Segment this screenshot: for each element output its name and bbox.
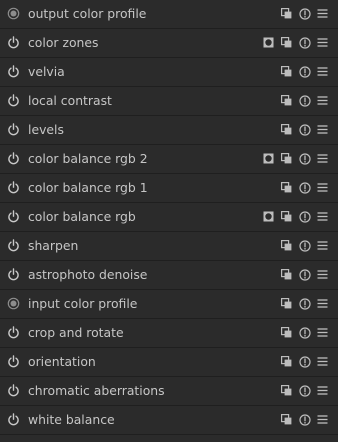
module-row[interactable]: output color profile	[0, 0, 338, 29]
module-row[interactable]: color balance rgb 1	[0, 174, 338, 203]
presets-icon[interactable]	[316, 355, 329, 368]
multi-instance-icon[interactable]	[280, 210, 293, 223]
module-label: color balance rgb 1	[28, 180, 148, 195]
module-row[interactable]: local contrast	[0, 87, 338, 116]
module-row[interactable]: astrophoto denoise	[0, 261, 338, 290]
module-label: white balance	[28, 412, 115, 427]
module-row[interactable]: chromatic aberrations	[0, 377, 338, 406]
presets-icon[interactable]	[316, 413, 329, 426]
reset-icon[interactable]	[298, 326, 311, 339]
reset-icon[interactable]	[298, 268, 311, 281]
multi-instance-icon[interactable]	[280, 326, 293, 339]
multi-instance-icon[interactable]	[280, 413, 293, 426]
multi-instance-icon[interactable]	[280, 152, 293, 165]
always-on-icon[interactable]	[6, 6, 21, 21]
multi-instance-icon[interactable]	[280, 94, 293, 107]
module-row[interactable]: input color profile	[0, 290, 338, 319]
presets-icon[interactable]	[316, 123, 329, 136]
reset-icon[interactable]	[298, 384, 311, 397]
module-row[interactable]: crop and rotate	[0, 319, 338, 348]
multi-instance-icon[interactable]	[280, 384, 293, 397]
presets-icon[interactable]	[316, 65, 329, 78]
module-row[interactable]: color zones	[0, 29, 338, 58]
multi-instance-icon[interactable]	[280, 268, 293, 281]
power-icon[interactable]	[6, 122, 21, 137]
power-icon[interactable]	[6, 209, 21, 224]
presets-icon[interactable]	[316, 239, 329, 252]
module-row[interactable]: color balance rgb 2	[0, 145, 338, 174]
module-row[interactable]: levels	[0, 116, 338, 145]
power-icon[interactable]	[6, 64, 21, 79]
power-icon[interactable]	[6, 412, 21, 427]
reset-icon[interactable]	[298, 65, 311, 78]
presets-icon[interactable]	[316, 152, 329, 165]
module-label: orientation	[28, 354, 96, 369]
module-label: output color profile	[28, 6, 147, 21]
module-row[interactable]: white balance	[0, 406, 338, 435]
module-label: sharpen	[28, 238, 79, 253]
multi-instance-icon[interactable]	[280, 36, 293, 49]
presets-icon[interactable]	[316, 94, 329, 107]
module-row[interactable]: velvia	[0, 58, 338, 87]
power-icon[interactable]	[6, 35, 21, 50]
module-label: color zones	[28, 35, 99, 50]
multi-instance-icon[interactable]	[280, 65, 293, 78]
multi-instance-icon[interactable]	[280, 355, 293, 368]
module-label: local contrast	[28, 93, 112, 108]
power-icon[interactable]	[6, 151, 21, 166]
reset-icon[interactable]	[298, 297, 311, 310]
module-label: color balance rgb 2	[28, 151, 148, 166]
multi-instance-icon[interactable]	[280, 7, 293, 20]
reset-icon[interactable]	[298, 152, 311, 165]
module-list: output color profile color zones velvia loc…	[0, 0, 338, 442]
power-icon[interactable]	[6, 267, 21, 282]
presets-icon[interactable]	[316, 7, 329, 20]
multi-instance-icon[interactable]	[280, 123, 293, 136]
module-label: velvia	[28, 64, 65, 79]
presets-icon[interactable]	[316, 326, 329, 339]
presets-icon[interactable]	[316, 36, 329, 49]
module-row[interactable]: color balance rgb	[0, 203, 338, 232]
power-icon[interactable]	[6, 238, 21, 253]
presets-icon[interactable]	[316, 297, 329, 310]
power-icon[interactable]	[6, 383, 21, 398]
presets-icon[interactable]	[316, 384, 329, 397]
power-icon[interactable]	[6, 354, 21, 369]
multi-instance-icon[interactable]	[280, 239, 293, 252]
presets-icon[interactable]	[316, 268, 329, 281]
reset-icon[interactable]	[298, 210, 311, 223]
module-label: chromatic aberrations	[28, 383, 165, 398]
reset-icon[interactable]	[298, 36, 311, 49]
power-icon[interactable]	[6, 93, 21, 108]
module-label: crop and rotate	[28, 325, 124, 340]
mask-indicator-icon	[262, 36, 275, 49]
reset-icon[interactable]	[298, 413, 311, 426]
power-icon[interactable]	[6, 325, 21, 340]
module-label: color balance rgb	[28, 209, 136, 224]
reset-icon[interactable]	[298, 94, 311, 107]
power-icon[interactable]	[6, 180, 21, 195]
module-row[interactable]: orientation	[0, 348, 338, 377]
presets-icon[interactable]	[316, 210, 329, 223]
always-on-icon[interactable]	[6, 296, 21, 311]
presets-icon[interactable]	[316, 181, 329, 194]
module-label: astrophoto denoise	[28, 267, 148, 282]
reset-icon[interactable]	[298, 239, 311, 252]
multi-instance-icon[interactable]	[280, 181, 293, 194]
reset-icon[interactable]	[298, 181, 311, 194]
module-label: levels	[28, 122, 64, 137]
module-label: input color profile	[28, 296, 138, 311]
reset-icon[interactable]	[298, 123, 311, 136]
reset-icon[interactable]	[298, 355, 311, 368]
module-row[interactable]: sharpen	[0, 232, 338, 261]
multi-instance-icon[interactable]	[280, 297, 293, 310]
reset-icon[interactable]	[298, 7, 311, 20]
mask-indicator-icon	[262, 210, 275, 223]
mask-indicator-icon	[262, 152, 275, 165]
